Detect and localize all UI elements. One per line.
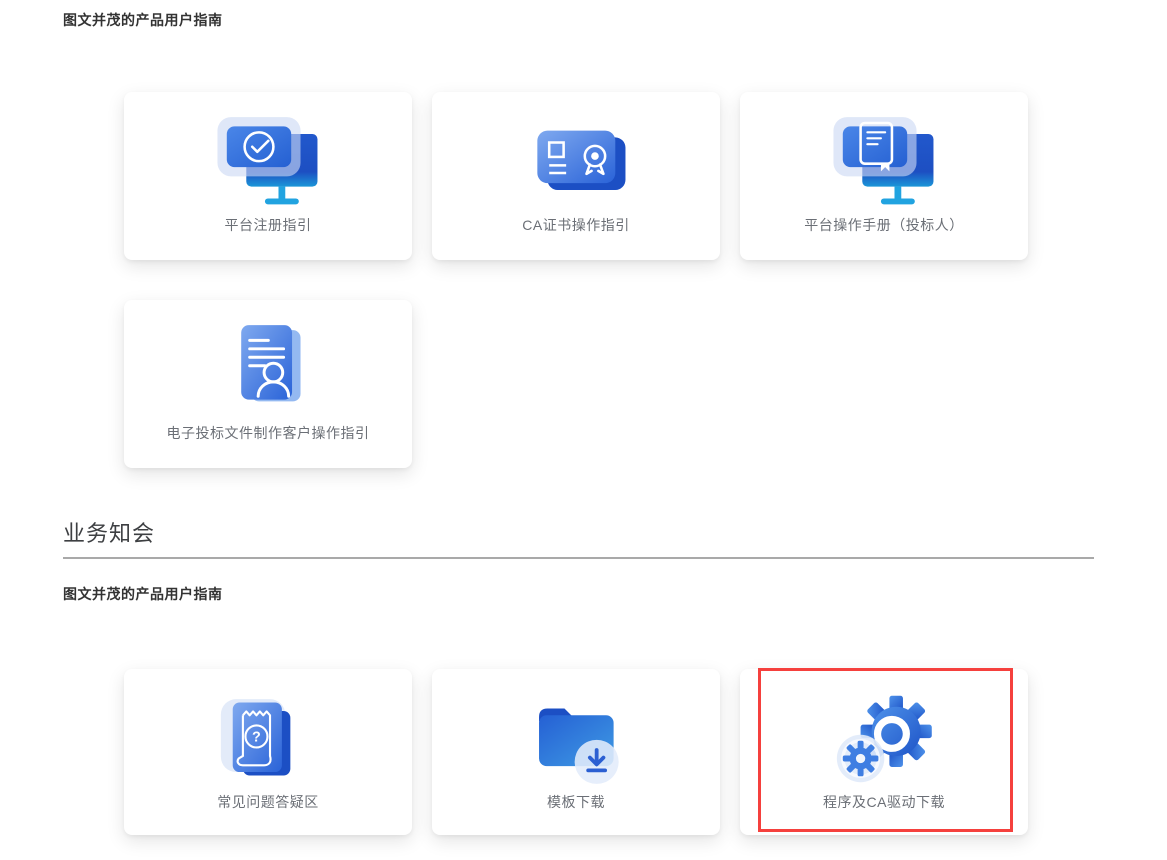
ca-certificate-icon [517,112,636,212]
folder-download-icon [517,689,636,789]
card-label: CA证书操作指引 [522,215,629,235]
section-divider [63,557,1094,559]
svg-text:?: ? [252,730,261,746]
notice-section-title: 业务知会 [63,516,155,548]
card-label: 平台操作手册（投标人） [804,215,964,235]
guide-cards-row-1: 平台注册指引 CA证书操作指引 [124,92,1028,260]
gears-icon [825,689,944,789]
faq-receipt-icon: ? [209,689,328,789]
monitor-check-icon [209,112,328,212]
help-center-page: 图文并茂的产品用户指南 平台注册指引 [0,0,1167,860]
guide-section-subtitle: 图文并茂的产品用户指南 [63,10,223,30]
card-program-ca-driver-download[interactable]: 程序及CA驱动下载 [740,669,1028,835]
notice-cards-row: ? 常见问题答疑区 模板下载 [124,669,1028,835]
card-ca-certificate-guide[interactable]: CA证书操作指引 [432,92,720,260]
card-faq-area[interactable]: ? 常见问题答疑区 [124,669,412,835]
card-label: 常见问题答疑区 [217,792,319,812]
card-ebid-document-client-guide[interactable]: 电子投标文件制作客户操作指引 [124,300,412,468]
notice-section-subtitle: 图文并茂的产品用户指南 [63,584,223,604]
card-label: 程序及CA驱动下载 [823,792,945,812]
monitor-manual-icon [825,112,944,212]
card-platform-registration-guide[interactable]: 平台注册指引 [124,92,412,260]
card-label: 模板下载 [547,792,605,812]
card-template-download[interactable]: 模板下载 [432,669,720,835]
guide-cards-row-2: 电子投标文件制作客户操作指引 [124,300,412,468]
document-user-icon [209,320,328,420]
card-platform-manual-bidder[interactable]: 平台操作手册（投标人） [740,92,1028,260]
card-label: 平台注册指引 [225,215,312,235]
card-label: 电子投标文件制作客户操作指引 [167,423,370,443]
